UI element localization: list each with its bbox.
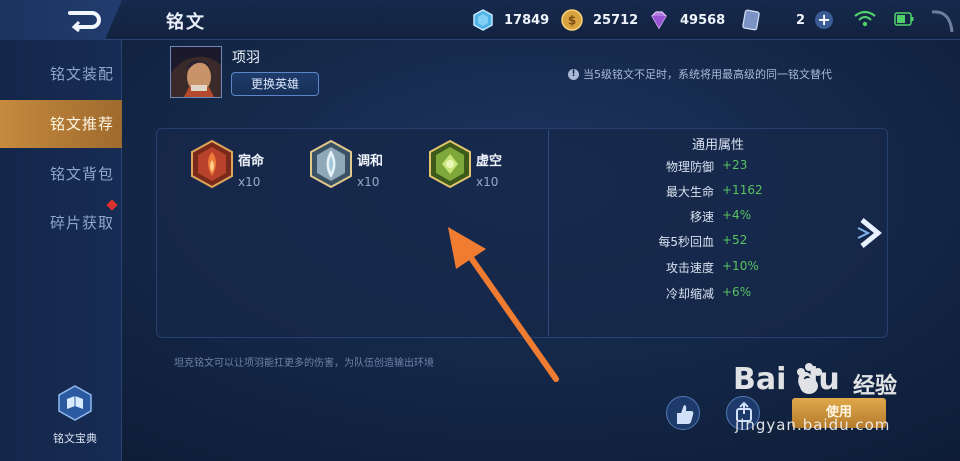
thumbs-up-icon bbox=[677, 405, 694, 424]
attribute-name: 最大生命 bbox=[665, 185, 714, 199]
signal-curve-icon bbox=[931, 10, 954, 33]
attribute-row: 攻击速度 +10% bbox=[548, 259, 888, 279]
attribute-value: +1162 bbox=[722, 183, 763, 197]
rune-count: x10 bbox=[357, 175, 380, 189]
battery-icon bbox=[894, 12, 914, 26]
attribute-value: +6% bbox=[722, 285, 752, 299]
purple-gem-icon bbox=[651, 11, 667, 30]
rune-card-void[interactable]: 虚空 x10 bbox=[428, 140, 502, 189]
resource-diamond: 17849 bbox=[472, 8, 549, 32]
attribute-name: 冷却缩减 bbox=[665, 287, 714, 301]
attributes-title: 通用属性 bbox=[691, 138, 744, 153]
red-dot-badge bbox=[106, 199, 118, 211]
replacement-notice: ! 当5级铭文不足时，系统将用最高级的同一铭文替代 bbox=[568, 66, 832, 82]
attribute-name: 移速 bbox=[689, 210, 714, 224]
resource-diamond-value: 17849 bbox=[504, 12, 550, 28]
sidebar-item-fragments-label: 碎片获取 bbox=[50, 214, 115, 232]
hero-recommend-note: 坦克铭文可以让项羽能扛更多的伤害，为队伍创造输出环境 bbox=[174, 358, 434, 369]
add-ticket-button[interactable]: + bbox=[815, 11, 834, 29]
attribute-value: +10% bbox=[722, 259, 759, 273]
resource-ticket-value: 2 bbox=[796, 12, 806, 28]
attribute-name: 物理防御 bbox=[665, 160, 714, 174]
back-button[interactable] bbox=[0, 0, 122, 40]
attribute-name: 攻击速度 bbox=[665, 261, 714, 275]
info-icon: ! bbox=[568, 68, 579, 80]
fate-rune-icon bbox=[191, 140, 233, 188]
paw-icon bbox=[797, 363, 822, 394]
attribute-row: 物理防御 +23 bbox=[548, 158, 888, 178]
codex-button[interactable]: 铭文宝典 bbox=[50, 384, 100, 446]
rune-card-fate[interactable]: 宿命 x10 bbox=[190, 140, 264, 189]
use-button[interactable]: 使用 bbox=[792, 398, 886, 428]
void-rune-icon bbox=[429, 140, 471, 188]
resource-gem-value: 49568 bbox=[680, 12, 726, 28]
replacement-notice-text: 当5级铭文不足时，系统将用最高级的同一铭文替代 bbox=[583, 68, 832, 81]
rune-count: x10 bbox=[476, 175, 499, 189]
attribute-row: 每5秒回血 +52 bbox=[548, 233, 888, 253]
attribute-value: +4% bbox=[722, 208, 752, 222]
attribute-row: 最大生命 +1162 bbox=[548, 183, 888, 203]
gold-coin-icon: $ bbox=[561, 9, 583, 31]
wifi-icon bbox=[854, 10, 876, 27]
svg-text:$: $ bbox=[568, 14, 576, 28]
sidebar-item-fragments[interactable]: 碎片获取 bbox=[0, 199, 122, 247]
rune-name: 宿命 bbox=[238, 154, 265, 169]
harmony-rune-icon bbox=[310, 140, 352, 188]
share-icon bbox=[736, 401, 752, 422]
hero-portrait-icon bbox=[171, 47, 221, 97]
resource-gold: $ 25712 bbox=[561, 8, 638, 32]
attribute-row: 移速 +4% bbox=[548, 208, 888, 228]
resource-gold-value: 25712 bbox=[593, 12, 639, 28]
switch-hero-button[interactable]: 更换英雄 bbox=[231, 72, 319, 96]
ticket-card-icon bbox=[742, 9, 760, 31]
attribute-row: 冷却缩减 +6% bbox=[548, 285, 888, 305]
diamond-blue-icon bbox=[473, 9, 493, 31]
resource-ticket: 2 + bbox=[740, 8, 834, 32]
top-bar: 铭文 17849 $ 25712 49568 2 + bbox=[0, 0, 960, 40]
share-button[interactable] bbox=[726, 396, 760, 430]
rune-name: 虚空 bbox=[476, 154, 503, 169]
resource-gem: 49568 bbox=[648, 8, 725, 32]
rune-name: 调和 bbox=[357, 154, 384, 169]
inscription-screen: 铭文 17849 $ 25712 49568 2 + 铭文装配 铭文推荐 铭文背… bbox=[0, 0, 960, 461]
next-chevron-icon[interactable] bbox=[856, 216, 886, 250]
sidebar-item-recommend[interactable]: 铭文推荐 bbox=[0, 100, 122, 148]
attribute-value: +52 bbox=[722, 233, 748, 247]
codex-label: 铭文宝典 bbox=[53, 432, 97, 445]
sidebar-item-backpack[interactable]: 铭文背包 bbox=[0, 150, 122, 198]
like-button[interactable] bbox=[666, 396, 700, 430]
watermark-logo: Bai du bbox=[733, 362, 840, 397]
rune-card-harmony[interactable]: 调和 x10 bbox=[309, 140, 383, 189]
hero-avatar bbox=[170, 46, 222, 98]
sidebar-item-assemble[interactable]: 铭文装配 bbox=[0, 50, 122, 98]
attribute-value: +23 bbox=[722, 158, 748, 172]
sidebar: 铭文装配 铭文推荐 铭文背包 碎片获取 铭文宝典 bbox=[0, 40, 122, 461]
annotation-arrow bbox=[448, 227, 559, 382]
book-icon bbox=[58, 385, 92, 421]
rune-count: x10 bbox=[238, 175, 261, 189]
attribute-name: 每5秒回血 bbox=[658, 235, 714, 249]
back-icon bbox=[68, 11, 101, 32]
page-title: 铭文 bbox=[166, 12, 206, 33]
watermark-cn: 经验 bbox=[853, 374, 898, 399]
hero-name: 项羽 bbox=[232, 50, 260, 66]
